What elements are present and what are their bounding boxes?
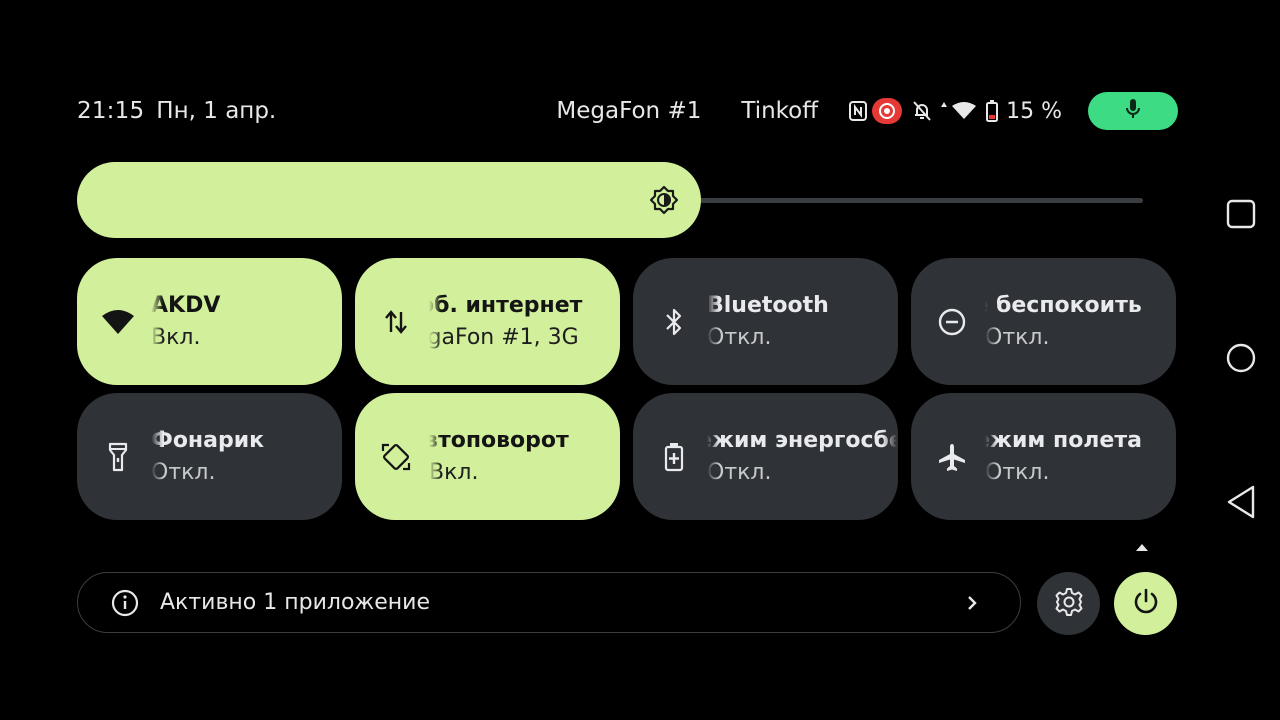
- triangle-back-icon: [1226, 485, 1256, 523]
- tile-mobile-data[interactable]: об. интернет MegaFon #1, 3G: [355, 258, 620, 385]
- tile-status: Откл.: [985, 324, 1050, 350]
- battery-percent: 15 %: [1006, 98, 1062, 124]
- square-icon: [1226, 199, 1256, 233]
- tile-status: Откл.: [707, 324, 772, 350]
- status-icons: 15 %: [848, 98, 1062, 124]
- carrier-2: Tinkoff: [741, 98, 819, 124]
- mobile-data-icon: [376, 302, 416, 342]
- mic-icon: [1125, 98, 1141, 124]
- flashlight-icon: [98, 437, 138, 477]
- tile-title: об. интернет: [429, 292, 583, 318]
- tile-airplane-mode[interactable]: Режим полета Откл.: [911, 393, 1176, 520]
- tile-status: Вкл.: [429, 459, 479, 485]
- active-apps-label: Активно 1 приложение: [160, 590, 430, 615]
- mic-privacy-indicator[interactable]: [1088, 92, 1178, 130]
- battery-saver-icon: [654, 437, 694, 477]
- brightness-track[interactable]: [677, 198, 1143, 203]
- quick-settings-screen: 21:15 Пн, 1 апр. MegaFon #1 Tinkoff 15 %…: [0, 0, 1280, 720]
- tile-text: Фонарик Откл.: [151, 425, 341, 489]
- tile-do-not-disturb[interactable]: Не беспокоить Откл.: [911, 258, 1176, 385]
- tile-text: Автоповорот Вкл.: [429, 425, 619, 489]
- airplane-icon: [932, 437, 972, 477]
- tile-text: об. интернет MegaFon #1, 3G: [429, 290, 619, 354]
- tile-auto-rotate[interactable]: Автоповорот Вкл.: [355, 393, 620, 520]
- date[interactable]: Пн, 1 апр.: [156, 98, 276, 124]
- carrier-1: MegaFon #1: [556, 98, 702, 124]
- wifi-icon: [98, 302, 138, 342]
- gear-icon: [1054, 587, 1084, 621]
- tile-text: Режим полета Откл.: [985, 425, 1175, 489]
- tile-title: Bluetooth: [707, 292, 829, 318]
- signal-arrow-icon: [940, 100, 948, 122]
- tile-text: Bluetooth Откл.: [707, 290, 897, 354]
- page-indicator-caret: [1136, 544, 1148, 551]
- power-icon: [1131, 587, 1161, 621]
- status-bar: 21:15 Пн, 1 апр. MegaFon #1 Tinkoff 15 %: [77, 92, 1178, 130]
- tile-title: Режим полета: [985, 427, 1142, 453]
- bluetooth-icon: [654, 302, 694, 342]
- battery-icon: [986, 100, 999, 122]
- active-apps-button[interactable]: Активно 1 приложение: [77, 572, 1021, 633]
- tile-status: Вкл.: [151, 324, 201, 350]
- tile-text: Режим энергосбережения Откл.: [707, 425, 897, 489]
- tile-text: AKDV Вкл.: [151, 290, 341, 354]
- brightness-icon: [649, 185, 679, 215]
- tile-title: Автоповорот: [429, 427, 569, 453]
- dnd-icon: [932, 302, 972, 342]
- brightness-fill[interactable]: [77, 162, 701, 238]
- nav-recents-button[interactable]: [1222, 197, 1260, 235]
- tile-title: Режим энергосбережения: [707, 427, 897, 453]
- nav-back-button[interactable]: [1222, 485, 1260, 523]
- nav-home-button[interactable]: [1222, 341, 1260, 379]
- wifi-icon: [952, 100, 977, 122]
- brightness-slider[interactable]: [77, 162, 1143, 238]
- tile-status: MegaFon #1, 3G: [429, 324, 579, 350]
- tile-battery-saver[interactable]: Режим энергосбережения Откл.: [633, 393, 898, 520]
- chevron-right-icon: [966, 594, 978, 612]
- tile-wifi[interactable]: AKDV Вкл.: [77, 258, 342, 385]
- clock[interactable]: 21:15: [77, 98, 144, 124]
- auto-rotate-icon: [376, 437, 416, 477]
- tile-title: Фонарик: [151, 427, 265, 453]
- tile-title: AKDV: [151, 292, 221, 318]
- bell-off-icon: [912, 100, 932, 122]
- power-button[interactable]: [1114, 572, 1177, 635]
- tile-status: Откл.: [985, 459, 1050, 485]
- circle-icon: [1226, 343, 1256, 377]
- nfc-icon: [848, 100, 868, 122]
- quick-tiles-grid: AKDV Вкл. об. интернет MegaFon #1, 3G: [77, 258, 1178, 520]
- tile-text: Не беспокоить Откл.: [985, 290, 1175, 354]
- tile-status: Откл.: [151, 459, 216, 485]
- info-icon: [111, 589, 139, 617]
- tile-status: Откл.: [707, 459, 772, 485]
- screen-record-icon: [872, 98, 903, 124]
- tile-title: Не беспокоить: [985, 292, 1142, 318]
- tile-bluetooth[interactable]: Bluetooth Откл.: [633, 258, 898, 385]
- tile-flashlight[interactable]: Фонарик Откл.: [77, 393, 342, 520]
- settings-button[interactable]: [1037, 572, 1100, 635]
